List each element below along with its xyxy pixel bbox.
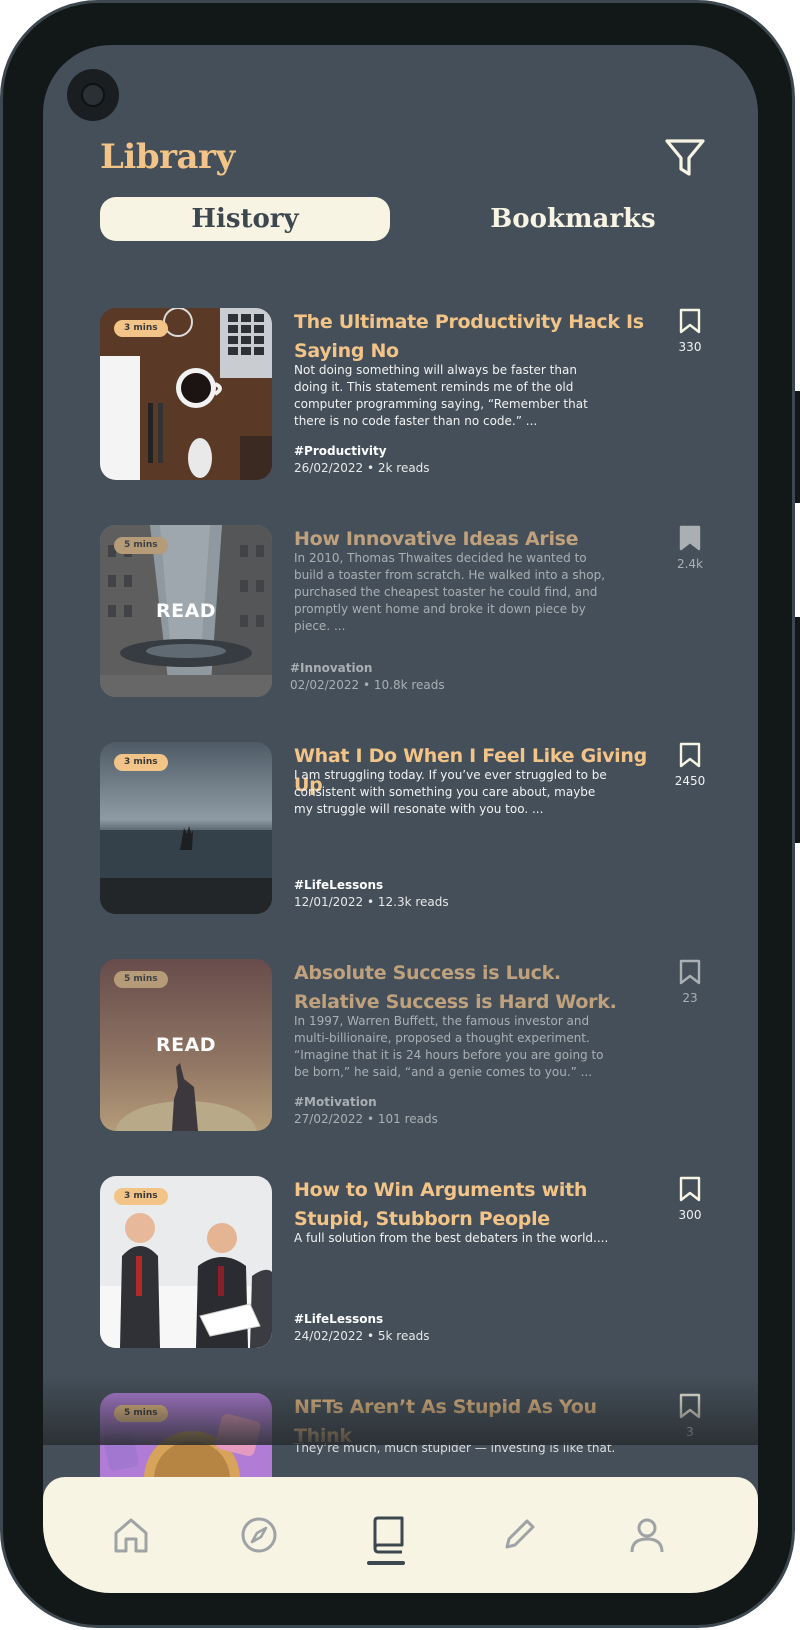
article-card[interactable]: 3 mins What I Do When I Feel Like Giving… (100, 742, 720, 914)
article-excerpt: They’re much, much stupider — investing … (294, 1441, 616, 1455)
compass-icon (241, 1517, 277, 1553)
bottom-nav (43, 1477, 758, 1593)
bookmark-count: 3 (686, 1425, 694, 1439)
article-meta: 26/02/2022 • 2k reads (294, 461, 430, 475)
power-button (795, 617, 800, 843)
article-thumbnail: 5 mins READ (100, 525, 272, 697)
bookmark-icon (679, 1176, 701, 1202)
article-thumbnail: 3 mins (100, 308, 272, 480)
bookmark-icon (679, 959, 701, 985)
bookmark-button[interactable]: 2450 (670, 742, 710, 788)
article-card[interactable]: 5 mins READ Absolute Success is Luck. Re… (100, 959, 720, 1131)
article-meta: 12/01/2022 • 12.3k reads (294, 895, 449, 909)
article-card[interactable]: 3 mins The Ultimate Productivity Hack Is… (100, 308, 720, 480)
screen: Library History Bookmarks 3 mins The Ult… (43, 45, 758, 1593)
article-tag[interactable]: #Innovation (290, 661, 372, 675)
pencil-icon (505, 1519, 535, 1549)
nav-library[interactable] (367, 1515, 409, 1565)
bookmark-filled-icon (679, 525, 701, 551)
article-excerpt: A full solution from the best debaters i… (294, 1231, 609, 1245)
duration-badge: 3 mins (114, 754, 168, 771)
article-title[interactable]: Absolute Success is Luck. Relative Succe… (294, 959, 646, 1017)
article-meta: 24/02/2022 • 5k reads (294, 1329, 430, 1343)
nav-profile[interactable] (627, 1515, 667, 1555)
active-indicator (367, 1561, 405, 1565)
bookmark-button[interactable]: 300 (670, 1176, 710, 1222)
filter-icon (665, 139, 705, 176)
bookmark-button[interactable]: 330 (670, 308, 710, 354)
home-icon (114, 1518, 148, 1553)
bookmark-button[interactable]: 2.4k (670, 525, 710, 571)
user-icon (630, 1518, 664, 1553)
page-title: Library (100, 137, 235, 177)
bookmark-count: 300 (678, 1208, 702, 1222)
nav-explore[interactable] (239, 1515, 279, 1555)
article-title[interactable]: How to Win Arguments with Stupid, Stubbo… (294, 1176, 646, 1234)
article-thumbnail: 5 mins READ (100, 959, 272, 1131)
article-meta: 02/02/2022 • 10.8k reads (290, 678, 445, 692)
nav-home[interactable] (111, 1515, 151, 1555)
bookmark-count: 2.4k (676, 557, 704, 571)
bookmark-button[interactable]: 23 (670, 959, 710, 1005)
bookmark-count: 2450 (674, 774, 706, 788)
read-overlay: READ (155, 600, 217, 622)
tab-bookmarks[interactable]: Bookmarks (428, 197, 718, 241)
article-tag[interactable]: #Productivity (294, 444, 387, 458)
article-thumbnail: 3 mins (100, 1176, 272, 1348)
article-title[interactable]: The Ultimate Productivity Hack Is Saying… (294, 308, 646, 366)
filter-button[interactable] (663, 137, 707, 179)
article-card[interactable]: 3 mins How to Win Arguments with Stupid,… (100, 1176, 720, 1348)
nav-write[interactable] (499, 1515, 539, 1555)
article-meta: 27/02/2022 • 101 reads (294, 1112, 438, 1126)
article-card[interactable]: 5 mins READ How Innovative Ideas Arise I… (100, 525, 720, 697)
book-icon (373, 1516, 404, 1554)
duration-badge: 3 mins (114, 1188, 168, 1205)
volume-button (795, 391, 800, 503)
bookmark-icon (679, 1393, 701, 1419)
article-tag[interactable]: #LifeLessons (294, 1312, 383, 1326)
bookmark-count: 23 (682, 991, 698, 1005)
bookmark-icon (679, 742, 701, 768)
bookmark-icon (679, 308, 701, 334)
phone-frame: Library History Bookmarks 3 mins The Ult… (0, 0, 800, 1628)
article-excerpt: Not doing something will always be faste… (294, 363, 588, 428)
article-tag[interactable]: #Motivation (294, 1095, 377, 1109)
bookmark-button[interactable]: 3 (670, 1393, 710, 1439)
article-excerpt: In 2010, Thomas Thwaites decided he want… (294, 551, 606, 633)
camera-icon (67, 69, 119, 121)
article-excerpt: I am struggling today. If you’ve ever st… (294, 768, 607, 816)
tab-history[interactable]: History (100, 197, 390, 241)
article-tag[interactable]: #LifeLessons (294, 878, 383, 892)
article-excerpt: In 1997, Warren Buffett, the famous inve… (294, 1014, 604, 1079)
duration-badge: 5 mins (114, 1405, 168, 1422)
duration-badge: 3 mins (114, 320, 168, 337)
read-overlay: READ (155, 1034, 217, 1056)
bookmark-count: 330 (678, 340, 702, 354)
article-thumbnail: 3 mins (100, 742, 272, 914)
